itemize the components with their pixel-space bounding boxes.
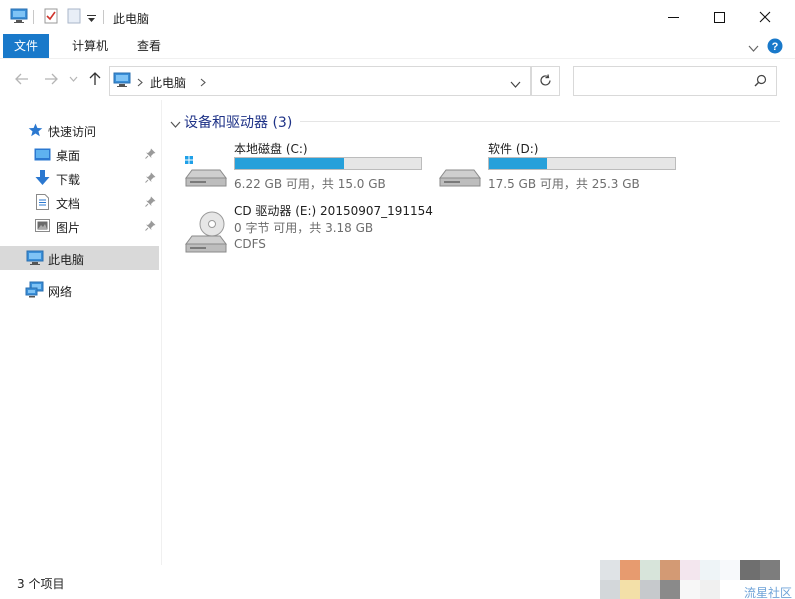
cd-drive-icon — [185, 211, 227, 253]
usage-bar — [234, 157, 422, 170]
sidebar-item-desktop[interactable]: 桌面 — [0, 142, 159, 166]
usage-bar-fill — [235, 158, 344, 169]
drive-c[interactable]: 本地磁盘 (C:) 6.22 GB 可用，共 15.0 GB — [184, 140, 429, 192]
help-icon[interactable]: ? — [767, 38, 783, 57]
sidebar-item-label: 图片 — [56, 221, 81, 235]
collapse-group-chevron-icon[interactable] — [170, 117, 181, 131]
search-input[interactable] — [578, 71, 747, 91]
maximize-button[interactable] — [696, 0, 742, 34]
usage-bar-fill — [489, 158, 547, 169]
watermark-text: 流星社区 — [744, 586, 793, 599]
search-box[interactable] — [573, 66, 777, 96]
close-button[interactable] — [742, 0, 788, 34]
back-arrow-icon — [15, 73, 28, 85]
sidebar-item-label: 文档 — [56, 197, 81, 211]
drive-name: 本地磁盘 (C:) — [234, 142, 308, 156]
windows-drive-icon — [185, 156, 227, 187]
drive-e-cd[interactable]: CD 驱动器 (E:) 20150907_191154 0 字节 可用，共 3.… — [184, 202, 444, 272]
address-bar[interactable]: 此电脑 — [109, 66, 531, 96]
document-icon — [36, 194, 49, 210]
separator — [33, 10, 34, 24]
sidebar-item-label: 桌面 — [56, 149, 81, 163]
drive-name: CD 驱动器 (E:) 20150907_191154 — [234, 204, 433, 218]
network-icon — [25, 281, 44, 298]
computer-icon[interactable] — [10, 8, 28, 27]
divider — [300, 121, 780, 122]
pin-icon[interactable] — [145, 196, 156, 207]
desktop-icon — [34, 148, 51, 161]
this-pc-icon — [26, 250, 44, 265]
svg-text:?: ? — [772, 41, 779, 53]
drive-space-info: 6.22 GB 可用，共 15.0 GB — [234, 177, 386, 191]
customize-toolbar-chevron-icon[interactable] — [87, 12, 96, 26]
up-arrow-icon — [89, 72, 101, 85]
new-folder-icon[interactable] — [67, 8, 81, 27]
minimize-button[interactable] — [650, 0, 696, 34]
navigation-bar: 此电脑 — [0, 58, 795, 101]
sidebar-item-pictures[interactable]: 图片 — [0, 214, 159, 238]
refresh-button[interactable] — [531, 66, 560, 96]
pictures-icon — [35, 219, 50, 232]
tab-file[interactable]: 文件 — [3, 34, 49, 58]
drive-space-info: 17.5 GB 可用，共 25.3 GB — [488, 177, 640, 191]
chevron-right-icon[interactable] — [137, 76, 143, 90]
drive-space-info: 0 字节 可用，共 3.18 GB — [234, 221, 374, 235]
usage-bar — [488, 157, 676, 170]
expand-ribbon-chevron-icon[interactable] — [748, 41, 759, 55]
sidebar-item-this-pc[interactable]: 此电脑 — [0, 246, 159, 270]
sidebar-item-downloads[interactable]: 下载 — [0, 166, 159, 190]
file-explorer-window: 此电脑 文件 计算机 查看 ? 此电脑 快速访问 桌面 下载 文档 图片 此电脑… — [0, 0, 795, 599]
tab-view[interactable]: 查看 — [131, 34, 167, 58]
ribbon-tabs: 文件 计算机 查看 ? — [0, 34, 795, 58]
drive-d[interactable]: 软件 (D:) 17.5 GB 可用，共 25.3 GB — [438, 140, 683, 192]
up-button[interactable] — [86, 69, 104, 89]
sidebar-item-network[interactable]: 网络 — [0, 278, 159, 302]
sidebar-item-label: 快速访问 — [48, 125, 97, 139]
address-dropdown-chevron-icon[interactable] — [510, 77, 521, 91]
maximize-icon — [713, 11, 725, 23]
recent-locations-button[interactable] — [64, 69, 82, 89]
tab-computer[interactable]: 计算机 — [66, 34, 114, 58]
sidebar-item-documents[interactable]: 文档 — [0, 190, 159, 214]
download-icon — [35, 170, 50, 185]
drive-name: 软件 (D:) — [488, 142, 539, 156]
hard-drive-icon — [439, 169, 481, 187]
back-button[interactable] — [13, 69, 31, 89]
title-bar: 此电脑 — [0, 0, 795, 34]
drive-filesystem: CDFS — [234, 237, 266, 251]
star-icon — [28, 123, 43, 137]
item-count: 3 个项目 — [17, 577, 65, 591]
sidebar-item-label: 下载 — [56, 173, 81, 187]
content-pane: 设备和驱动器 (3) 本地磁盘 (C:) 6.22 GB 可用，共 15.0 G… — [162, 100, 795, 565]
pin-icon[interactable] — [145, 172, 156, 183]
this-pc-icon — [113, 72, 131, 91]
chevron-down-icon — [69, 76, 77, 82]
search-icon — [754, 74, 767, 87]
navigation-pane: 快速访问 桌面 下载 文档 图片 此电脑 网络 — [0, 100, 162, 565]
refresh-icon — [540, 74, 551, 86]
sidebar-item-label: 网络 — [48, 285, 73, 299]
forward-button[interactable] — [42, 69, 60, 89]
pin-icon[interactable] — [145, 220, 156, 231]
close-icon — [759, 11, 771, 23]
forward-arrow-icon — [45, 73, 58, 85]
chevron-right-icon[interactable] — [200, 76, 206, 90]
minimize-icon — [667, 16, 679, 18]
properties-icon[interactable] — [44, 8, 58, 27]
separator — [103, 10, 104, 24]
sidebar-item-quick-access[interactable]: 快速访问 — [0, 118, 159, 142]
window-title: 此电脑 — [113, 12, 150, 26]
group-header[interactable]: 设备和驱动器 (3) — [184, 112, 292, 132]
sidebar-item-label: 此电脑 — [48, 253, 85, 267]
pin-icon[interactable] — [145, 148, 156, 159]
address-path-label[interactable]: 此电脑 — [150, 74, 186, 91]
